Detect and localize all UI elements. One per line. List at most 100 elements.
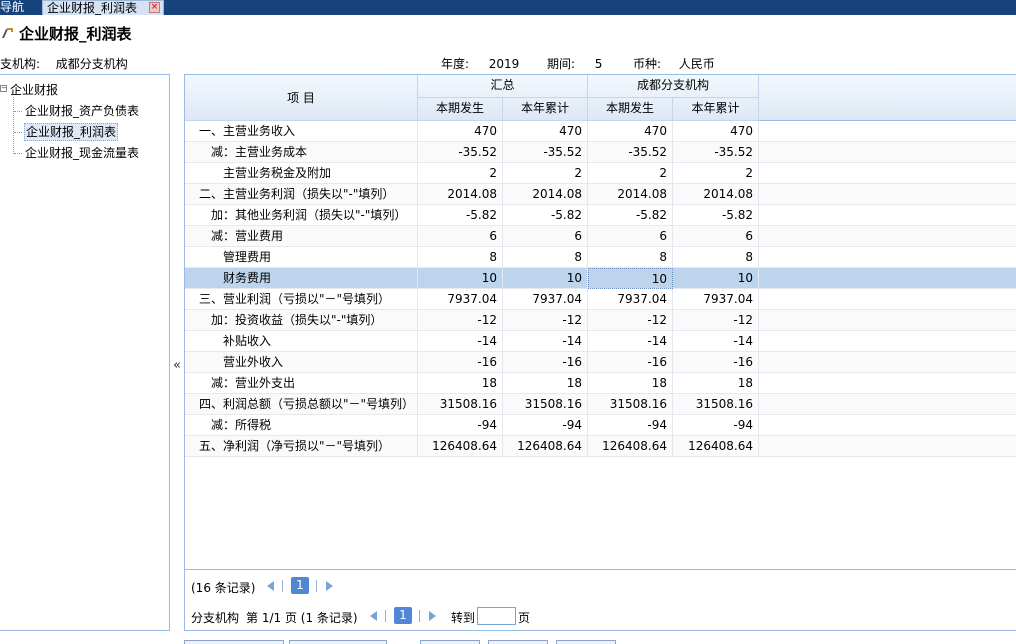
value-cell[interactable]: 2014.08	[503, 184, 588, 205]
value-cell[interactable]: -12	[418, 310, 503, 331]
close-icon[interactable]: ×	[149, 2, 160, 13]
value-cell[interactable]: 8	[588, 247, 673, 268]
table-row[interactable]: 减：营业费用 6 6 6 6	[185, 226, 1016, 247]
value-cell[interactable]: -16	[673, 352, 759, 373]
table-row[interactable]: 管理费用 8 8 8 8	[185, 247, 1016, 268]
table-row[interactable]: 减：所得税 -94 -94 -94 -94	[185, 415, 1016, 436]
value-cell[interactable]: 6	[673, 226, 759, 247]
value-cell[interactable]: 18	[503, 373, 588, 394]
tab-income-statement[interactable]: 企业财报_利润表 ×	[42, 0, 164, 15]
goto-page-input[interactable]	[477, 607, 516, 625]
table-row[interactable]: 主营业务税金及附加 2 2 2 2	[185, 163, 1016, 184]
value-cell[interactable]: 470	[673, 121, 759, 142]
value-cell[interactable]: 10	[418, 268, 503, 289]
value-cell[interactable]: -5.82	[503, 205, 588, 226]
collapse-panel-icon[interactable]: «	[173, 358, 181, 373]
value-cell[interactable]: -14	[673, 331, 759, 352]
table-row[interactable]: 二、主营业务利润（损失以"-"填列） 2014.08 2014.08 2014.08 2…	[185, 184, 1016, 205]
value-cell[interactable]: -5.82	[418, 205, 503, 226]
column-header[interactable]: 本期发生	[588, 98, 673, 121]
column-header[interactable]: 本期发生	[418, 98, 503, 121]
value-cell[interactable]: 470	[588, 121, 673, 142]
value-cell[interactable]: -16	[503, 352, 588, 373]
value-cell[interactable]: 31508.16	[588, 394, 673, 415]
value-cell[interactable]: 7937.04	[418, 289, 503, 310]
value-cell[interactable]: 7937.04	[588, 289, 673, 310]
value-cell[interactable]: 10	[503, 268, 588, 289]
table-row[interactable]: 减：营业外支出 18 18 18 18	[185, 373, 1016, 394]
bottom-button[interactable]	[420, 640, 480, 644]
value-cell[interactable]: 2	[503, 163, 588, 184]
value-cell[interactable]: 7937.04	[673, 289, 759, 310]
value-cell[interactable]: -35.52	[418, 142, 503, 163]
value-cell[interactable]: -14	[418, 331, 503, 352]
page-number-button[interactable]: 1	[291, 577, 309, 594]
value-cell[interactable]: 2014.08	[418, 184, 503, 205]
prev-page-icon[interactable]	[267, 581, 274, 591]
value-cell[interactable]: 2	[673, 163, 759, 184]
table-row[interactable]: 减：主营业务成本 -35.52 -35.52 -35.52 -35.52	[185, 142, 1016, 163]
value-cell[interactable]: 18	[418, 373, 503, 394]
table-row[interactable]: 四、利润总额（亏损总额以"－"号填列） 31508.16 31508.16 31508…	[185, 394, 1016, 415]
value-cell[interactable]: 2	[418, 163, 503, 184]
next-page-icon[interactable]	[326, 581, 333, 591]
value-cell[interactable]: 7937.04	[503, 289, 588, 310]
value-cell[interactable]: 2014.08	[588, 184, 673, 205]
table-row[interactable]: 一、主营业务收入 470 470 470 470	[185, 121, 1016, 142]
table-row[interactable]: 三、营业利润（亏损以"－"号填列） 7937.04 7937.04 7937.04 79…	[185, 289, 1016, 310]
tab-navigation[interactable]: 导航	[0, 0, 28, 15]
bottom-button[interactable]	[184, 640, 284, 644]
value-cell[interactable]: 470	[503, 121, 588, 142]
branch-page-number-button[interactable]: 1	[394, 607, 412, 624]
column-header[interactable]: 本年累计	[503, 98, 588, 121]
value-cell[interactable]: 126408.64	[503, 436, 588, 457]
value-cell[interactable]: 2	[588, 163, 673, 184]
value-cell[interactable]: 6	[503, 226, 588, 247]
value-cell[interactable]: -16	[588, 352, 673, 373]
value-cell[interactable]: -12	[503, 310, 588, 331]
tree-root[interactable]: 企业财报	[10, 81, 58, 98]
tree-collapse-icon[interactable]: −	[0, 85, 7, 92]
table-row[interactable]: 财务费用 10 10 10 10	[185, 268, 1016, 289]
bottom-button[interactable]	[556, 640, 616, 644]
value-cell[interactable]: -14	[503, 331, 588, 352]
branch-next-page-icon[interactable]	[429, 611, 436, 621]
table-row[interactable]: 五、净利润（净亏损以"－"号填列） 126408.64 126408.64 12640…	[185, 436, 1016, 457]
table-row[interactable]: 补贴收入 -14 -14 -14 -14	[185, 331, 1016, 352]
value-cell[interactable]: 8	[503, 247, 588, 268]
value-cell[interactable]: 126408.64	[418, 436, 503, 457]
value-cell[interactable]: -35.52	[673, 142, 759, 163]
bottom-button[interactable]	[289, 640, 387, 644]
value-cell[interactable]: -12	[588, 310, 673, 331]
table-row[interactable]: 加：其他业务利润（损失以"-"填列） -5.82 -5.82 -5.82 -5.82	[185, 205, 1016, 226]
value-cell[interactable]: -14	[588, 331, 673, 352]
value-cell[interactable]: -35.52	[588, 142, 673, 163]
column-header[interactable]: 本年累计	[673, 98, 759, 121]
tree-item-balance-sheet[interactable]: 企业财报_资产负债表	[24, 103, 140, 119]
value-cell[interactable]: 126408.64	[673, 436, 759, 457]
value-cell[interactable]: -94	[418, 415, 503, 436]
value-cell[interactable]: 8	[673, 247, 759, 268]
bottom-button[interactable]	[488, 640, 548, 644]
table-row[interactable]: 加：投资收益（损失以"-"填列） -12 -12 -12 -12	[185, 310, 1016, 331]
value-cell[interactable]: 6	[418, 226, 503, 247]
value-cell[interactable]: 470	[418, 121, 503, 142]
value-cell[interactable]: -12	[673, 310, 759, 331]
value-cell[interactable]: 18	[588, 373, 673, 394]
table-row[interactable]: 营业外收入 -16 -16 -16 -16	[185, 352, 1016, 373]
value-cell[interactable]: 31508.16	[418, 394, 503, 415]
value-cell[interactable]: 8	[418, 247, 503, 268]
value-cell[interactable]: 6	[588, 226, 673, 247]
value-cell[interactable]: 18	[673, 373, 759, 394]
value-cell[interactable]: -94	[588, 415, 673, 436]
branch-prev-page-icon[interactable]	[370, 611, 377, 621]
value-cell[interactable]: 126408.64	[588, 436, 673, 457]
value-cell[interactable]: 31508.16	[503, 394, 588, 415]
value-cell[interactable]: -5.82	[673, 205, 759, 226]
value-cell[interactable]: 10	[673, 268, 759, 289]
value-cell[interactable]: -94	[673, 415, 759, 436]
tree-item-cash-flow[interactable]: 企业财报_现金流量表	[24, 145, 140, 161]
item-column-header[interactable]: 项 目	[185, 75, 418, 121]
value-cell[interactable]: 10	[588, 268, 673, 289]
value-cell[interactable]: -16	[418, 352, 503, 373]
